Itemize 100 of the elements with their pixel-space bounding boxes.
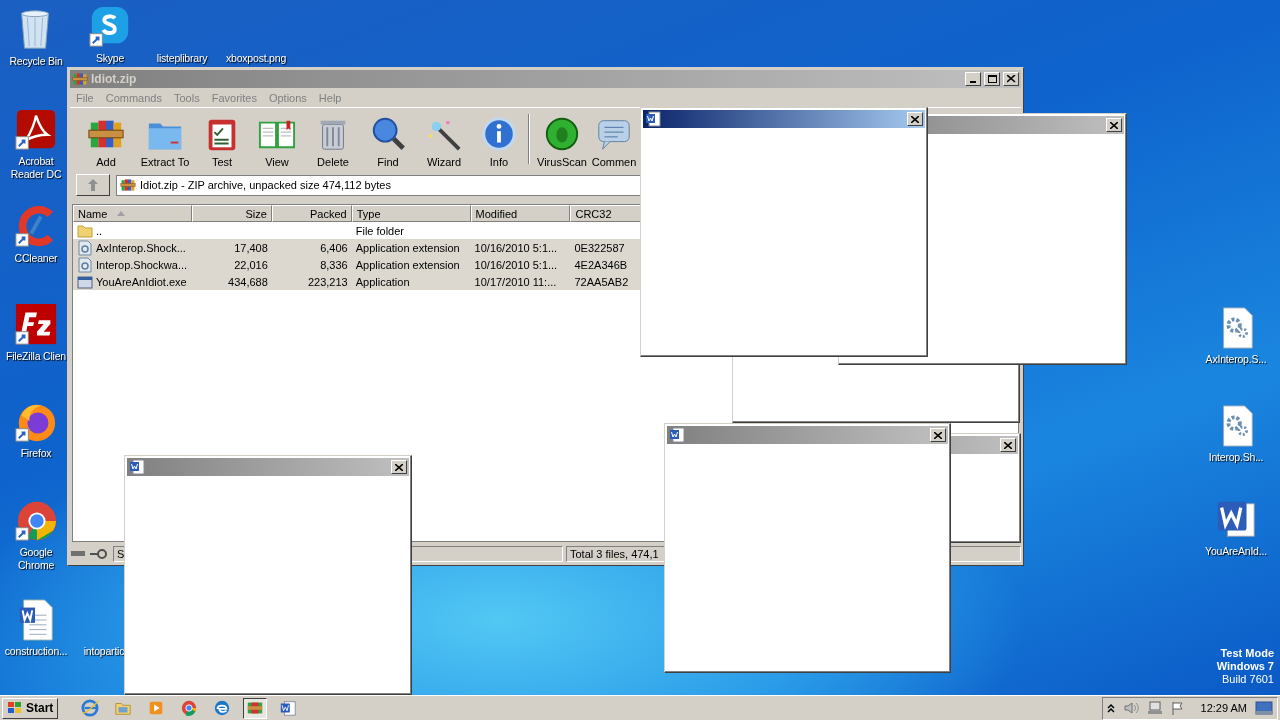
flag-icon xyxy=(1170,701,1185,715)
table-cell: AxInterop.Shock... xyxy=(96,241,186,254)
status-text: Total 3 files, 474,1 xyxy=(570,548,659,560)
table-cell: .. xyxy=(96,224,103,237)
table-cell: 8,336 xyxy=(320,258,348,271)
column-header[interactable]: Packed xyxy=(271,205,352,222)
system-notice-text: Test Mode xyxy=(1220,647,1274,660)
desktop-icon-label[interactable]: YouAreAnId... xyxy=(1205,545,1267,558)
table-cell: 10/16/2010 5:1... xyxy=(474,241,558,254)
speaker-icon xyxy=(1122,701,1139,715)
toolbar-button[interactable]: Commen xyxy=(592,115,636,172)
close-button[interactable] xyxy=(391,460,407,474)
maximize-icon xyxy=(987,75,997,83)
drive-key-icon xyxy=(70,548,110,560)
system-notice-text: Windows 7 xyxy=(1216,660,1274,673)
window-title: Idiot.zip xyxy=(91,72,138,86)
table-cell: 10/16/2010 5:1... xyxy=(474,258,558,271)
desktop-icon-label[interactable]: listeplibrary xyxy=(156,52,208,65)
table-cell: 6,406 xyxy=(320,241,348,254)
table-cell: 4E2A346B xyxy=(574,258,628,271)
ftp-app-icon xyxy=(14,303,58,347)
table-cell: File folder xyxy=(355,224,404,237)
column-header[interactable]: Name xyxy=(73,205,192,222)
table-cell: 72AA5AB2 xyxy=(574,275,629,288)
table-cell: Application extension xyxy=(355,241,460,254)
toolbar-button[interactable]: Delete xyxy=(306,115,360,172)
table-cell: 223,213 xyxy=(307,275,348,288)
chevron-up-icon xyxy=(1106,703,1115,713)
up-arrow-icon xyxy=(88,179,98,191)
desktop-icon-label[interactable]: xboxpost.png xyxy=(225,52,287,65)
table-cell: 0E322587 xyxy=(574,241,625,254)
table-cell: Application extension xyxy=(355,258,460,271)
desktop-icon-label[interactable]: Skype xyxy=(95,52,125,65)
close-button[interactable] xyxy=(1000,438,1016,452)
desktop-icon-label[interactable]: FileZilla Clien xyxy=(6,350,66,363)
toolbar-button[interactable]: VirusScan xyxy=(532,115,592,172)
maximize-button[interactable] xyxy=(984,72,1000,86)
word-document-icon xyxy=(669,427,685,443)
minimize-button[interactable] xyxy=(965,72,981,86)
windows-flag-icon xyxy=(7,701,23,715)
table-cell: 10/17/2010 11:... xyxy=(474,275,557,288)
settings-file-icon xyxy=(77,239,93,256)
status-text: S xyxy=(117,548,125,560)
browser-icon xyxy=(14,499,58,543)
desktop-icon-label[interactable]: Recycle Bin xyxy=(9,55,63,68)
close-button[interactable] xyxy=(907,112,923,126)
close-button[interactable] xyxy=(1106,118,1122,132)
desktop-icon-label[interactable]: intopartic xyxy=(83,645,125,658)
browser-icon xyxy=(180,699,199,717)
table-cell: 434,688 xyxy=(228,275,268,288)
toolbar-button[interactable]: Test xyxy=(196,115,248,172)
toolbar-button[interactable]: Find xyxy=(360,115,416,172)
toolbar-button[interactable]: Wizard xyxy=(416,115,472,172)
word-document-icon xyxy=(645,111,661,127)
close-icon xyxy=(1110,121,1118,129)
table-cell: Interop.Shockwa... xyxy=(96,258,188,271)
column-header[interactable]: Type xyxy=(351,205,471,222)
desktop-icon-label[interactable]: Firefox xyxy=(20,447,52,460)
table-cell: 17,408 xyxy=(234,241,268,254)
word-document-icon xyxy=(129,459,145,475)
table-cell: YouAreAnIdiot.exe xyxy=(96,275,187,288)
folder-icon xyxy=(77,222,93,239)
network-icon xyxy=(1146,701,1163,715)
desktop-icon-label[interactable]: CCleaner xyxy=(14,252,58,265)
up-button[interactable] xyxy=(76,174,110,196)
close-icon xyxy=(1006,75,1016,83)
start-button[interactable]: Start xyxy=(2,697,59,719)
program-window-icon xyxy=(77,273,93,290)
bug-scan-icon xyxy=(543,115,581,153)
info-icon xyxy=(480,115,518,153)
toolbar-button[interactable]: View xyxy=(248,115,306,172)
desktop-icon-label[interactable]: Acrobat Reader DC xyxy=(2,155,70,181)
desktop-icon-label[interactable]: Google Chrome xyxy=(2,546,70,572)
toolbar-button[interactable]: Extract To xyxy=(134,115,196,172)
file-row[interactable]: .. File folder xyxy=(73,222,1018,239)
column-header[interactable]: Modified xyxy=(470,205,571,222)
column-header[interactable]: Size xyxy=(191,205,272,222)
taskbar-button[interactable] xyxy=(243,697,268,719)
browser-wave-icon xyxy=(213,699,232,717)
settings-file-icon xyxy=(77,256,93,273)
word-document-icon xyxy=(279,699,298,717)
close-button[interactable] xyxy=(930,428,946,442)
toolbar-button[interactable]: Add xyxy=(78,115,134,172)
desktop-icon-label[interactable]: AxInterop.S... xyxy=(1205,353,1267,366)
clock[interactable]: 12:29 AM xyxy=(1200,702,1247,714)
desktop-icon-label[interactable]: construction... xyxy=(4,645,68,658)
close-icon xyxy=(934,431,942,439)
system-notice-text: Build 7601 xyxy=(1222,673,1274,686)
toolbar-button[interactable]: Info xyxy=(472,115,526,172)
close-icon xyxy=(911,115,919,123)
books-icon xyxy=(120,177,136,193)
close-icon xyxy=(395,463,403,471)
show-desktop-icon xyxy=(1255,701,1273,715)
table-cell: Application xyxy=(355,275,410,288)
document-reader-icon xyxy=(14,108,58,152)
close-button[interactable] xyxy=(1003,72,1019,86)
browser-e-icon xyxy=(81,699,100,717)
table-cell: 22,016 xyxy=(234,258,268,271)
books-icon xyxy=(72,71,88,87)
desktop-icon-label[interactable]: Interop.Sh... xyxy=(1208,451,1264,464)
